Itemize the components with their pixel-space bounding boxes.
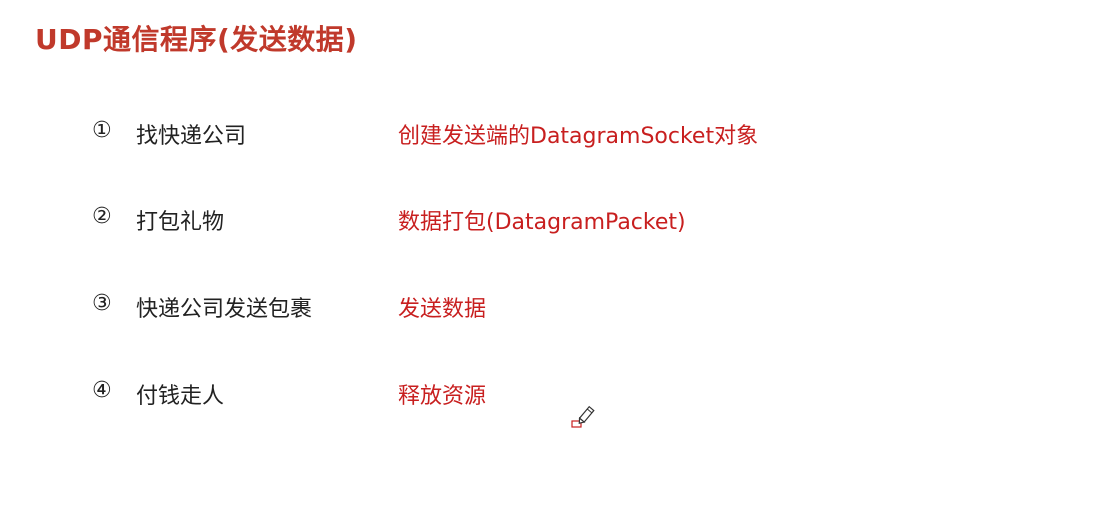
step-row: ① 找快递公司 创建发送端的DatagramSocket对象: [92, 118, 852, 150]
step-number: ④: [92, 378, 112, 403]
step-number: ③: [92, 291, 112, 316]
step-row: ④ 付钱走人 释放资源: [92, 378, 852, 410]
step-action: 发送数据: [398, 297, 487, 322]
pen-cursor-icon: [570, 405, 598, 431]
step-analogy: 找快递公司: [136, 124, 247, 149]
step-row: ③ 快递公司发送包裹 发送数据: [92, 291, 852, 323]
step-action: 释放资源: [398, 384, 487, 409]
step-analogy: 快递公司发送包裹: [136, 297, 313, 322]
step-action: 数据打包(DatagramPacket): [398, 210, 686, 235]
step-analogy: 打包礼物: [136, 210, 225, 235]
step-analogy: 付钱走人: [136, 384, 225, 409]
slide-title: UDP通信程序(发送数据): [35, 23, 358, 56]
step-number: ②: [92, 204, 112, 229]
step-number: ①: [92, 118, 112, 143]
step-row: ② 打包礼物 数据打包(DatagramPacket): [92, 204, 852, 236]
step-action: 创建发送端的DatagramSocket对象: [398, 124, 759, 149]
